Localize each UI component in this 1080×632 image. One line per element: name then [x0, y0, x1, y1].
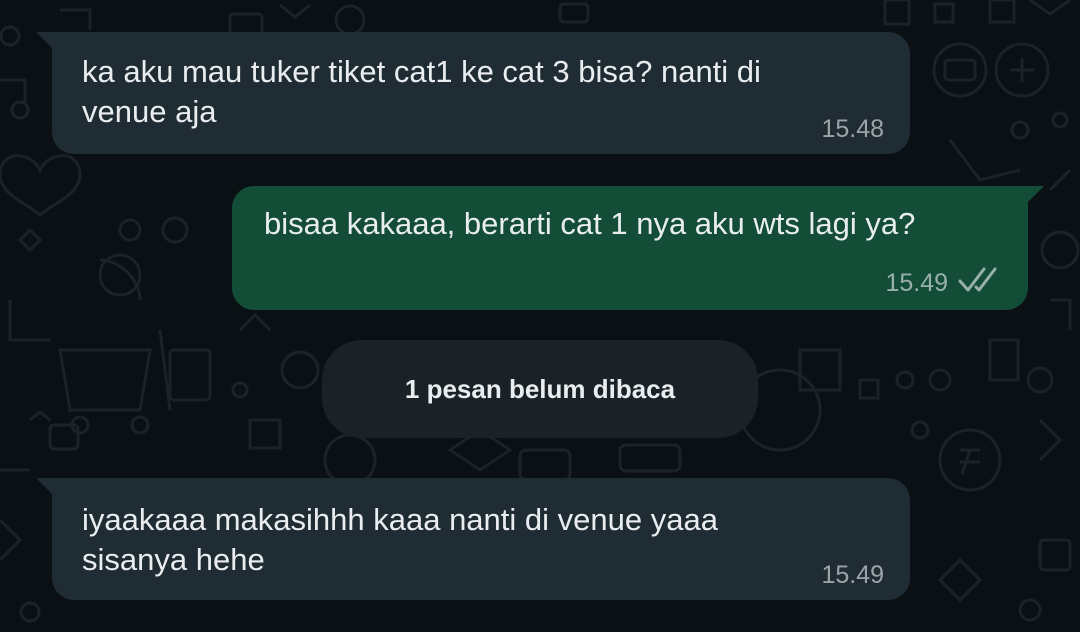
message-time: 15.49: [885, 269, 948, 297]
message-meta: 15.49: [885, 267, 1002, 300]
unread-messages-divider: 1 pesan belum dibaca: [322, 340, 758, 438]
message-meta: 15.49: [821, 561, 884, 590]
message-time: 15.48: [821, 115, 884, 143]
incoming-message-bubble[interactable]: ka aku mau tuker tiket cat1 ke cat 3 bis…: [36, 32, 910, 154]
message-text: iyaakaaa makasihhh kaaa nanti di venue y…: [82, 502, 718, 577]
message-text: bisaa kakaaa, berarti cat 1 nya aku wts …: [264, 206, 916, 241]
outgoing-message-bubble[interactable]: bisaa kakaaa, berarti cat 1 nya aku wts …: [232, 186, 1044, 310]
message-time: 15.49: [821, 561, 884, 589]
bubble-tail: [36, 478, 58, 500]
unread-divider-label: 1 pesan belum dibaca: [404, 373, 676, 404]
incoming-message-bubble[interactable]: iyaakaaa makasihhh kaaa nanti di venue y…: [36, 478, 910, 600]
message-text: ka aku mau tuker tiket cat1 ke cat 3 bis…: [82, 54, 761, 129]
bubble-tail: [36, 32, 58, 54]
double-check-icon: [958, 267, 1002, 300]
message-meta: 15.48: [821, 115, 884, 144]
chat-area: ka aku mau tuker tiket cat1 ke cat 3 bis…: [0, 0, 1080, 632]
bubble-tail: [1022, 186, 1044, 208]
